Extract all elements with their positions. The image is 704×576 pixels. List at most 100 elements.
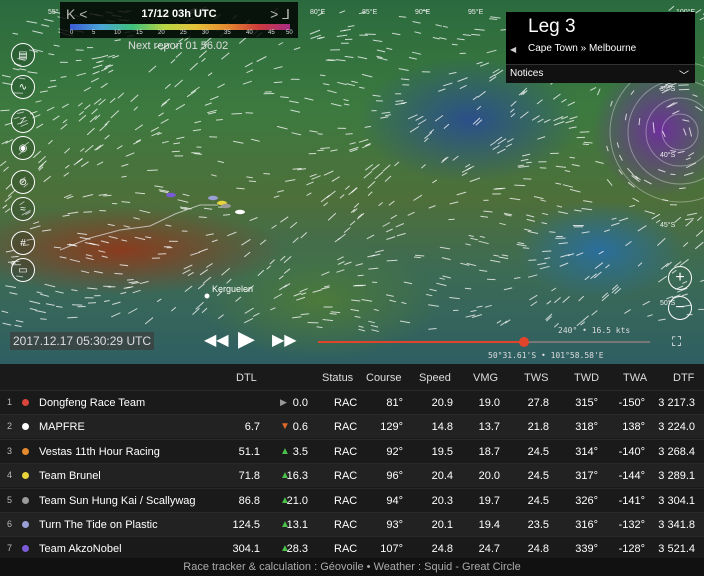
scale-label: 35 <box>224 30 231 36</box>
cell-dtf: 3 304.1 <box>658 494 695 507</box>
cell-tws: 24.5 <box>527 494 549 507</box>
cell-course: 96° <box>386 470 403 483</box>
playback-knob[interactable] <box>518 337 529 347</box>
cell-status: RAC <box>334 543 358 556</box>
header-speed[interactable]: Speed <box>419 372 451 384</box>
grid-icon[interactable]: # <box>11 231 35 255</box>
lon-label: 85°E <box>362 9 378 16</box>
cell-twd: 314° <box>575 445 598 458</box>
cell-course: 107° <box>380 543 403 556</box>
rank-number: 6 <box>7 519 13 529</box>
cell-delta: 0.6 <box>292 421 308 434</box>
table-row[interactable]: 7 Team AkzoNobel 304.1 ▲ 28.3 RAC 107° 24.8 24.7… <box>0 536 704 560</box>
zoom-in-button[interactable]: + <box>668 266 692 290</box>
waves-icon[interactable]: ≈ <box>11 197 35 221</box>
scale-label: 10 <box>114 30 121 36</box>
boat-marker-selected[interactable] <box>235 209 245 215</box>
playback-slider[interactable] <box>318 337 650 347</box>
cell-delta: 21.0 <box>286 494 308 507</box>
table-row[interactable]: 2 MAPFRE 6.7 ▼ 0.6 RAC 129° 14.8 13.7 21.8 318° 138… <box>0 414 704 439</box>
zoom-out-button[interactable]: − <box>668 296 692 320</box>
team-name: Vestas 11th Hour Racing <box>39 445 160 458</box>
boat-marker[interactable] <box>221 203 231 209</box>
scale-label: 20 <box>158 30 165 36</box>
cell-status: RAC <box>334 445 358 458</box>
cell-speed: 20.3 <box>431 494 453 507</box>
ranking-table: DTL Status Course Speed VMG TWS TWD TWA … <box>0 364 704 558</box>
boat-marker[interactable] <box>208 195 218 201</box>
cell-twd: 326° <box>575 494 598 507</box>
cell-vmg: 24.7 <box>478 543 500 556</box>
cell-twd: 318° <box>575 421 598 434</box>
cell-speed: 19.5 <box>431 445 453 458</box>
cell-delta: 13.1 <box>286 519 308 531</box>
cell-status: RAC <box>334 470 358 483</box>
header-dtf[interactable]: DTF <box>673 372 694 384</box>
header-twd[interactable]: TWD <box>574 372 599 384</box>
cell-course: 81° <box>386 397 403 409</box>
ruler-icon[interactable]: ▭ <box>11 258 35 282</box>
rank-number: 4 <box>7 470 13 481</box>
cell-dtf: 3 521.4 <box>658 543 695 556</box>
header-status[interactable]: Status <box>322 372 353 384</box>
cell-course: 93° <box>386 519 403 531</box>
cell-twa: -144° <box>618 470 645 483</box>
caret-left-icon[interactable]: ◀ <box>510 45 516 54</box>
cell-speed: 20.9 <box>431 397 453 409</box>
playback-timestamp: 2017.12.17 05:30:29 UTC <box>10 332 155 350</box>
lon-label: 90°E <box>415 9 431 16</box>
table-row[interactable]: 6 Turn The Tide on Plastic 124.5 ▲ 13.1 RAC 93… <box>0 512 704 536</box>
cell-dtf: 3 224.0 <box>658 421 695 434</box>
cell-tws: 27.8 <box>527 397 549 409</box>
notices-dropdown[interactable]: Notices ﹀ <box>506 64 695 83</box>
header-twa[interactable]: TWA <box>623 372 647 384</box>
cell-vmg: 20.0 <box>478 470 500 483</box>
scale-label: 50 <box>286 30 293 36</box>
route-icon[interactable]: ∿ <box>11 75 35 99</box>
cell-dtl: 6.7 <box>244 421 260 434</box>
lon-label: 95°E <box>468 9 484 16</box>
fullscreen-icon[interactable]: ⛶ <box>672 334 681 350</box>
table-row[interactable]: 4 Team Brunel 71.8 ▲ 16.3 RAC 96° 20.4 20.0 24.5 3… <box>0 463 704 488</box>
compass-icon[interactable]: ◉ <box>11 136 35 160</box>
leg-panel[interactable]: Leg 3 ◀ Cape Town » Melbourne <box>506 12 695 64</box>
fast-forward-button[interactable]: ▶▶ <box>272 330 297 350</box>
rewind-button[interactable]: ◀◀ <box>204 330 229 350</box>
scale-label: 45 <box>268 30 275 36</box>
cell-tws: 23.5 <box>527 519 549 531</box>
header-tws[interactable]: TWS <box>524 372 548 384</box>
team-color-dot <box>22 472 29 480</box>
cell-twd: 317° <box>575 470 598 483</box>
cell-status: RAC <box>334 494 358 507</box>
wind-particles-icon[interactable]: ⁄ <box>11 109 35 133</box>
leg-title: Leg 3 <box>528 16 576 37</box>
cell-twa: -141° <box>618 494 645 507</box>
table-row[interactable]: 5 Team Sun Hung Kai / Scallywag 86.8 ▲ 21.0 R… <box>0 487 704 512</box>
team-color-dot <box>22 496 29 504</box>
book-icon[interactable]: ▤ <box>11 43 35 67</box>
scale-label: 0 <box>70 30 74 36</box>
trend-flat-icon: ▶ <box>280 397 287 407</box>
header-vmg[interactable]: VMG <box>473 372 498 384</box>
position-readout: 50°31.61'S • 101°58.58'E <box>488 351 604 360</box>
table-row[interactable]: 3 Vestas 11th Hour Racing 51.1 ▲ 3.5 RAC 92° 19… <box>0 438 704 463</box>
forecast-date: 17/12 03h UTC <box>141 8 217 20</box>
scale-label: 15 <box>136 30 143 36</box>
cell-vmg: 19.4 <box>478 519 500 531</box>
boat-marker[interactable] <box>166 192 176 198</box>
play-button[interactable]: ▶ <box>238 326 255 352</box>
weather-map[interactable]: 55° 80°E 85°E 90°E 95°E 100°E 35°S 40°S … <box>0 0 704 364</box>
next-report-button[interactable]: > ⅃ <box>270 6 290 23</box>
cell-tws: 24.5 <box>527 445 549 458</box>
lon-label: 55° <box>48 9 59 16</box>
header-dtl[interactable]: DTL <box>236 372 257 384</box>
cell-delta: 16.3 <box>286 470 308 483</box>
cell-dtl: 124.5 <box>232 519 260 531</box>
cell-twd: 315° <box>575 397 598 409</box>
cell-status: RAC <box>334 397 358 409</box>
cell-dtf: 3 268.4 <box>658 445 695 458</box>
header-course[interactable]: Course <box>366 372 401 384</box>
satellite-icon[interactable]: ⊘ <box>11 170 35 194</box>
cell-twa: -132° <box>618 519 645 531</box>
table-row[interactable]: 1 Dongfeng Race Team ▶ 0.0 RAC 81° 20.9 19.0 27.… <box>0 390 704 414</box>
